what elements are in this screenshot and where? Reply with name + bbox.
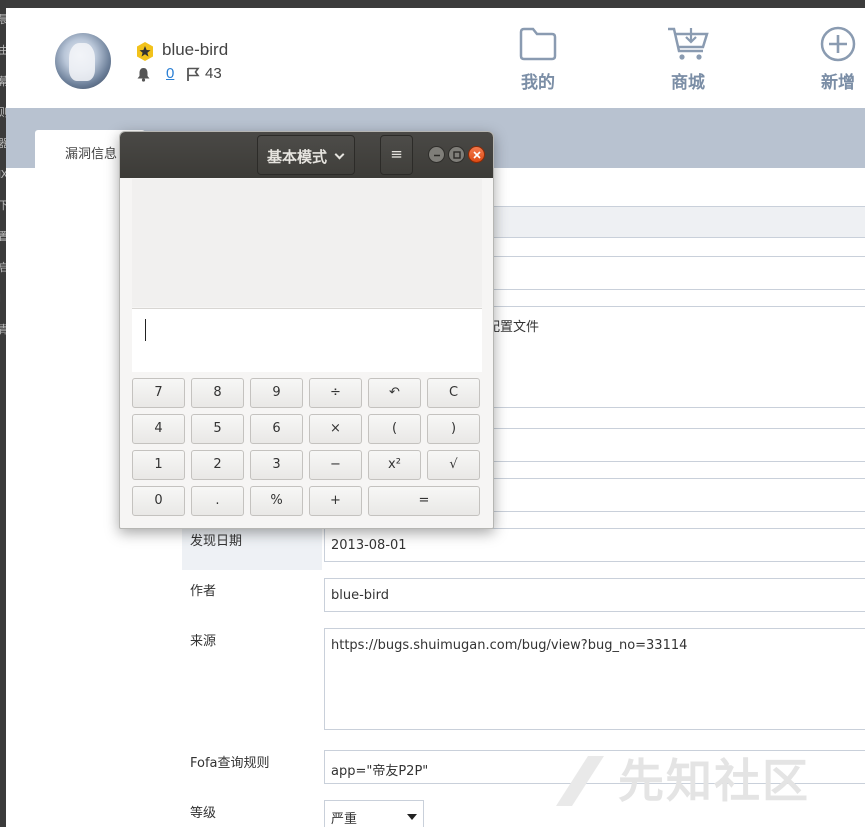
add-circle-icon xyxy=(820,26,856,62)
subtract-key[interactable]: − xyxy=(309,450,362,480)
square-key[interactable]: x² xyxy=(368,450,421,480)
flag-count[interactable]: 43 xyxy=(205,65,222,82)
add-key[interactable]: + xyxy=(309,486,362,516)
nav-mine[interactable]: 我的 xyxy=(503,26,573,93)
digit-5-key[interactable]: 5 xyxy=(191,414,244,444)
digit-1-key[interactable]: 1 xyxy=(132,450,185,480)
nav-add-label: 新增 xyxy=(821,73,855,93)
calculator-titlebar[interactable]: 基本模式 ≡ xyxy=(120,132,493,178)
background-window-char: l xyxy=(0,293,1,304)
digit-8-key[interactable]: 8 xyxy=(191,378,244,408)
fofa-rule-label: Fofa查询规则 xyxy=(190,756,270,771)
open-paren-key[interactable]: ( xyxy=(368,414,421,444)
sqrt-key[interactable]: √ xyxy=(427,450,480,480)
maximize-icon xyxy=(453,151,461,159)
header: blue-bird 0 43 我的 商城 新增 xyxy=(6,8,865,108)
multiply-key[interactable]: × xyxy=(309,414,362,444)
level-select[interactable]: 严重 xyxy=(324,800,424,827)
watermark-logo xyxy=(556,756,604,806)
source-label: 来源 xyxy=(190,634,217,649)
bell-icon[interactable] xyxy=(136,67,151,82)
digit-7-key[interactable]: 7 xyxy=(132,378,185,408)
digit-4-key[interactable]: 4 xyxy=(132,414,185,444)
star-badge-icon xyxy=(137,42,153,61)
flag-icon[interactable] xyxy=(186,67,200,82)
divide-key[interactable]: ÷ xyxy=(309,378,362,408)
discovery-date-label: 发现日期 xyxy=(190,534,243,549)
digit-3-key[interactable]: 3 xyxy=(250,450,303,480)
minimize-icon xyxy=(434,154,440,157)
clear-key[interactable]: C xyxy=(427,378,480,408)
close-button[interactable] xyxy=(468,146,485,163)
avatar[interactable] xyxy=(55,33,111,89)
equals-key[interactable]: = xyxy=(368,486,480,516)
calculator-history-area xyxy=(132,179,482,307)
mode-selector-button[interactable]: 基本模式 xyxy=(257,135,355,175)
username[interactable]: blue-bird xyxy=(162,40,228,60)
nav-shop-label: 商城 xyxy=(671,73,705,93)
nav-shop[interactable]: 商城 xyxy=(653,26,723,93)
top-bar xyxy=(0,0,865,8)
watermark-text: 先知社区 xyxy=(618,754,810,808)
notification-count[interactable]: 0 xyxy=(166,65,174,82)
digit-6-key[interactable]: 6 xyxy=(250,414,303,444)
text-caret xyxy=(145,319,146,341)
minimize-button[interactable] xyxy=(428,146,445,163)
discovery-date-field[interactable]: 2013-08-01 xyxy=(324,528,865,562)
nav-mine-label: 我的 xyxy=(521,73,555,93)
chevron-down-icon xyxy=(334,149,345,160)
digit-2-key[interactable]: 2 xyxy=(191,450,244,480)
digit-0-key[interactable]: 0 xyxy=(132,486,185,516)
author-field[interactable]: blue-bird xyxy=(324,578,865,612)
source-field[interactable]: https://bugs.shuimugan.com/bug/view?bug_… xyxy=(324,628,865,730)
close-paren-key[interactable]: ) xyxy=(427,414,480,444)
author-label: 作者 xyxy=(190,584,217,599)
decimal-key[interactable]: . xyxy=(191,486,244,516)
maximize-button[interactable] xyxy=(448,146,465,163)
calculator-display[interactable] xyxy=(132,308,482,372)
cart-icon xyxy=(668,27,709,60)
calculator-window[interactable]: 基本模式 ≡ 7 8 9 ÷ ↶ C 4 5 6 ×() 1 2 3− x² √ 0.% + = xyxy=(119,131,494,529)
hamburger-menu-button[interactable]: ≡ xyxy=(380,135,413,175)
mode-label: 基本模式 xyxy=(267,148,328,166)
folder-icon xyxy=(519,27,557,61)
level-label: 等级 xyxy=(190,806,217,821)
level-select-value: 严重 xyxy=(331,812,358,827)
close-icon xyxy=(473,151,481,159)
percent-key[interactable]: % xyxy=(250,486,303,516)
nav-add[interactable]: 新增 xyxy=(803,26,865,93)
chevron-down-icon xyxy=(407,814,417,820)
undo-key[interactable]: ↶ xyxy=(368,378,421,408)
digit-9-key[interactable]: 9 xyxy=(250,378,303,408)
